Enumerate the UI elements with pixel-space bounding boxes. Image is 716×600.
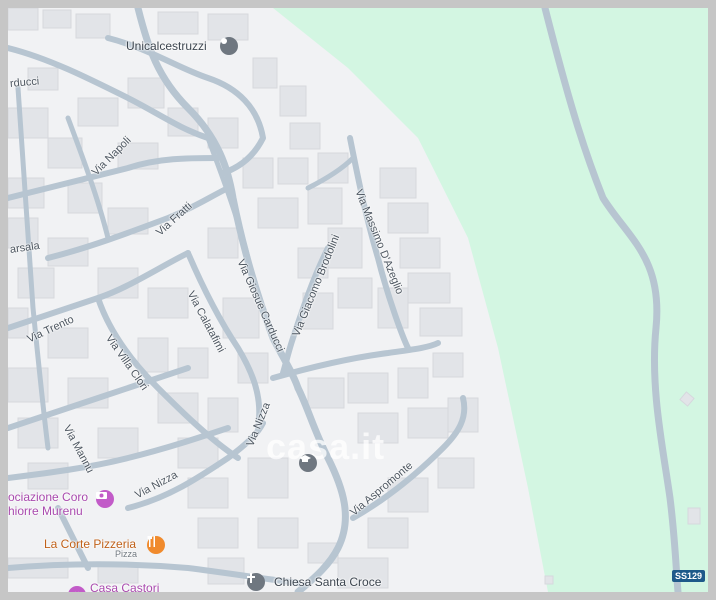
map-pin-icon[interactable] bbox=[220, 37, 238, 55]
poi-sublabel-la-corte: Pizza bbox=[115, 549, 138, 559]
cross-icon[interactable] bbox=[247, 573, 265, 591]
map-canvas[interactable]: rducci Via Napoli Via Fratti arsala Via … bbox=[8, 8, 708, 592]
graduation-cap-icon[interactable] bbox=[299, 454, 317, 472]
highway-badge-ss129: SS129 bbox=[672, 570, 706, 582]
street-label-carducci-edge: rducci bbox=[9, 75, 40, 90]
poi-label-associazione-line2[interactable]: hiorre Murenu bbox=[8, 504, 83, 518]
poi-label-associazione-line1[interactable]: ociazione Coro bbox=[8, 490, 88, 504]
poi-label-unicalcestruzzi[interactable]: Unicalcestruzzi bbox=[126, 39, 207, 53]
camera-icon[interactable] bbox=[96, 490, 114, 508]
poi-label-casa-castori[interactable]: Casa Castori bbox=[90, 581, 159, 592]
poi-label-chiesa[interactable]: Chiesa Santa Croce bbox=[274, 575, 381, 589]
fork-knife-icon[interactable] bbox=[147, 536, 165, 554]
watermark: casa.it bbox=[266, 426, 386, 467]
